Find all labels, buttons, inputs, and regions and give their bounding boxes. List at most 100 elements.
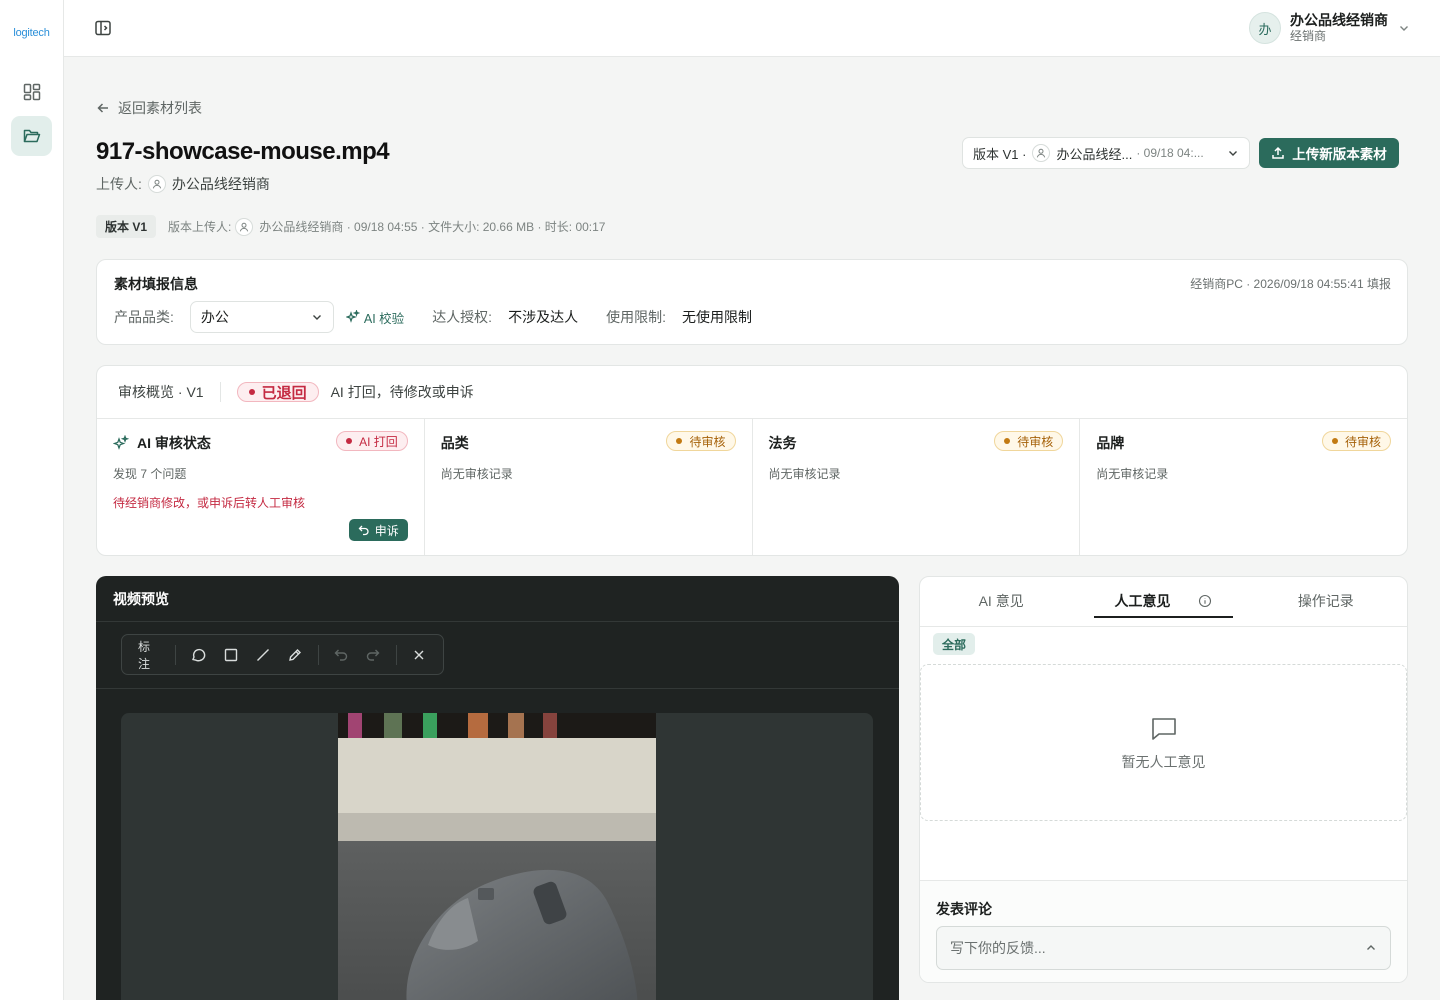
review-column-brand: 品牌 待审核 尚无审核记录 xyxy=(1080,419,1407,555)
tab-label: 人工意见 xyxy=(1114,593,1171,609)
divider xyxy=(395,644,397,665)
version-meta: 版本 V1 版本上传人: 办公品线经销商 · 09/18 04:55 · 文件大… xyxy=(96,215,605,238)
sparkle-icon xyxy=(345,310,360,323)
upload-icon xyxy=(1272,146,1284,159)
usage-value: 无使用限制 xyxy=(681,309,752,325)
category-value: 办公 xyxy=(200,309,229,325)
sidebar-toggle-icon[interactable] xyxy=(94,19,112,37)
materials-nav-button[interactable] xyxy=(11,116,52,156)
close-annotation-button[interactable] xyxy=(403,640,435,670)
tab-operation-log[interactable]: 操作记录 xyxy=(1245,577,1407,626)
pencil-icon xyxy=(289,648,302,661)
annotation-toolbar: 标注 xyxy=(121,634,444,675)
comment-tabs: AI 意见 人工意见 操作记录 xyxy=(920,577,1407,627)
column-status-text: 待审核 xyxy=(689,434,726,449)
tab-label: 操作记录 xyxy=(1297,593,1354,609)
undo-icon xyxy=(334,649,348,661)
pen-tool[interactable] xyxy=(279,640,311,670)
speech-bubble-icon xyxy=(192,648,206,661)
info-row: 产品品类: 办公 AI 校验 达人授权: 不涉及达人 使用限制: 无使用限制 xyxy=(114,301,752,333)
review-column-legal: 法务 待审核 尚无审核记录 xyxy=(753,419,1081,555)
uploader-label: 上传人: xyxy=(96,176,142,192)
status-dot xyxy=(1004,438,1011,444)
divider xyxy=(317,644,319,665)
version-select-prefix: 版本 V1 · xyxy=(973,146,1027,162)
user-role: 经销商 xyxy=(1290,29,1327,43)
column-status-text: AI 打回 xyxy=(359,434,398,449)
comment-input[interactable]: 写下你的反馈... xyxy=(936,926,1391,970)
column-status-badge: 待审核 xyxy=(994,431,1064,451)
user-icon xyxy=(1032,144,1051,162)
comment-label: 发表评论 xyxy=(936,901,992,917)
empty-text: 暂无人工意见 xyxy=(1121,753,1206,770)
column-warning: 待经销商修改，或申诉后转人工审核 xyxy=(113,496,306,510)
column-title-text: AI 审核状态 xyxy=(137,435,211,451)
tab-label: AI 意见 xyxy=(978,593,1024,609)
info-icon[interactable] xyxy=(1198,594,1212,608)
version-select-name: 办公品线经... xyxy=(1056,146,1133,162)
user-menu[interactable]: 办 办公品线经销商 经销商 xyxy=(1249,11,1410,45)
video-stage[interactable] xyxy=(121,713,873,1000)
uploader-info: 上传人: 办公品线经销商 xyxy=(96,174,270,194)
version-uploader-label: 版本上传人: xyxy=(168,220,232,234)
brand-logo[interactable]: logitech xyxy=(0,27,63,39)
column-sub: 发现 7 个问题 xyxy=(113,467,187,481)
status-dot xyxy=(248,389,255,395)
rectangle-icon xyxy=(224,648,237,661)
rectangle-tool[interactable] xyxy=(214,640,246,670)
undo-icon xyxy=(358,525,369,536)
filter-all-chip[interactable]: 全部 xyxy=(933,633,976,655)
status-dot xyxy=(676,438,683,444)
review-column-category: 品类 待审核 尚无审核记录 xyxy=(425,419,753,555)
review-title: 审核概览 · V1 xyxy=(118,384,204,400)
chevron-down-icon xyxy=(1229,151,1237,156)
column-status-badge: 待审核 xyxy=(666,431,736,451)
line-tool[interactable] xyxy=(247,640,279,670)
upload-new-version-button[interactable]: 上传新版本素材 xyxy=(1259,138,1399,168)
version-badge: 版本 V1 xyxy=(96,215,157,238)
tab-ai-opinion[interactable]: AI 意见 xyxy=(920,577,1082,626)
column-status-badge: 待审核 xyxy=(1321,431,1391,451)
sidebar: logitech xyxy=(0,0,64,1000)
review-header: 审核概览 · V1 已退回 AI 打回，待修改或申诉 xyxy=(97,366,1407,419)
message-square-icon xyxy=(1151,717,1176,740)
comments-panel: AI 意见 人工意见 操作记录 全部 暂无人工意见 发表评论 写下你的反馈... xyxy=(919,576,1408,983)
user-name: 办公品线经销商 xyxy=(1290,12,1388,28)
comment-placeholder: 写下你的反馈... xyxy=(950,940,1046,956)
redo-button[interactable] xyxy=(357,640,389,670)
review-columns: AI 审核状态 AI 打回 发现 7 个问题 待经销商修改，或申诉后转人工审核 … xyxy=(97,419,1407,555)
back-to-list-link[interactable]: 返回素材列表 xyxy=(96,98,202,118)
annotation-toolbar-zone: 标注 xyxy=(96,622,899,689)
appeal-button[interactable]: 申诉 xyxy=(348,519,408,541)
column-sub: 尚无审核记录 xyxy=(1096,467,1169,481)
avatar: 办 xyxy=(1249,12,1281,44)
tab-manual-opinion[interactable]: 人工意见 xyxy=(1082,577,1244,626)
annotation-label: 标注 xyxy=(138,639,151,671)
status-dot xyxy=(346,438,353,444)
upload-button-label: 上传新版本素材 xyxy=(1292,147,1387,162)
version-select[interactable]: 版本 V1 · 办公品线经... · 09/18 04:... xyxy=(962,137,1250,169)
review-overview-card: 审核概览 · V1 已退回 AI 打回，待修改或申诉 AI 审核状态 AI 打回… xyxy=(96,365,1408,556)
undo-button[interactable] xyxy=(325,640,357,670)
talent-label: 达人授权: xyxy=(432,309,493,325)
user-icon xyxy=(235,217,254,236)
version-select-date: · 09/18 04:... xyxy=(1136,146,1204,160)
dashboard-nav-button[interactable] xyxy=(11,72,52,112)
ai-check-button[interactable]: AI 校验 xyxy=(345,308,404,327)
chevron-down-icon xyxy=(312,315,321,320)
divider xyxy=(219,382,221,402)
version-details: 办公品线经销商 · 09/18 04:55 · 文件大小: 20.66 MB ·… xyxy=(259,220,606,234)
review-message: AI 打回，待修改或申诉 xyxy=(330,384,474,400)
comment-bubble-tool[interactable] xyxy=(182,640,214,670)
appeal-label: 申诉 xyxy=(374,523,399,538)
status-dot xyxy=(1331,438,1338,444)
info-filled-time: 经销商PC · 2026/09/18 04:55:41 填报 xyxy=(1190,277,1391,291)
column-sub: 尚无审核记录 xyxy=(440,467,513,481)
comment-composer: 发表评论 写下你的反馈... xyxy=(920,880,1407,982)
arrow-left-icon xyxy=(97,103,108,113)
column-status-badge: AI 打回 xyxy=(336,431,408,451)
column-status-text: 待审核 xyxy=(1344,434,1381,449)
redo-icon xyxy=(367,649,380,661)
video-preview-panel: 视频预览 标注 xyxy=(96,576,899,1000)
category-select[interactable]: 办公 xyxy=(189,301,334,333)
